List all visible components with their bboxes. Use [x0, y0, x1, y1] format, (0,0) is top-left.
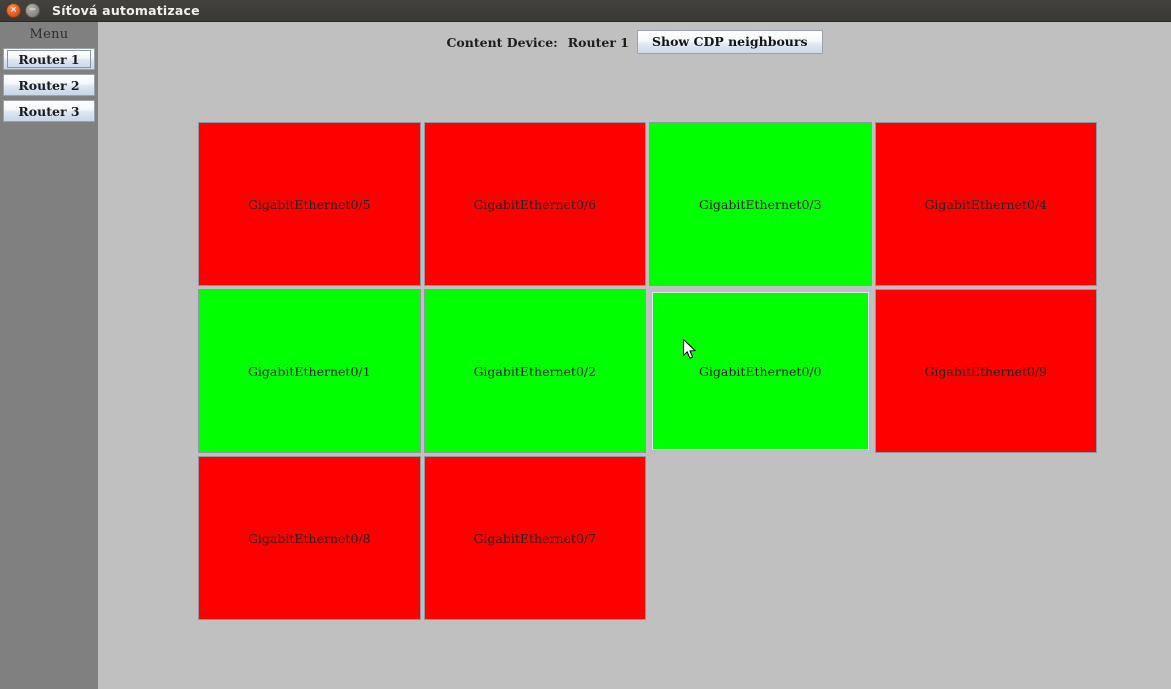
interface-cell[interactable]: GigabitEthernet0/3 — [649, 122, 872, 286]
interface-grid: GigabitEthernet0/5 GigabitEthernet0/6 Giga… — [198, 122, 1097, 620]
window-title: Síťová automatizace — [52, 3, 200, 18]
content-device-value: Router 1 — [567, 34, 629, 50]
interface-cell[interactable]: GigabitEthernet0/1 — [198, 289, 421, 453]
title-bar: × − Síťová automatizace — [0, 0, 1171, 22]
interface-cell[interactable]: GigabitEthernet0/7 — [423, 456, 646, 620]
interface-cell[interactable]: GigabitEthernet0/9 — [874, 289, 1097, 453]
interface-cell[interactable]: GigabitEthernet0/0 — [649, 289, 872, 453]
interface-label: GigabitEthernet0/8 — [247, 530, 371, 546]
interface-label: GigabitEthernet0/1 — [247, 363, 371, 379]
interface-label: GigabitEthernet0/6 — [473, 196, 597, 212]
interface-label: GigabitEthernet0/4 — [924, 196, 1048, 212]
interface-cell[interactable]: GigabitEthernet0/4 — [874, 122, 1097, 286]
sidebar-item-router-3[interactable]: Router 3 — [3, 100, 95, 122]
interface-label: GigabitEthernet0/7 — [473, 530, 597, 546]
interface-cell[interactable]: GigabitEthernet0/2 — [423, 289, 646, 453]
interface-cell[interactable]: GigabitEthernet0/6 — [423, 122, 646, 286]
content-device-label: Content Device: — [446, 34, 558, 50]
content-area: Content Device: Router 1 Show CDP neighb… — [98, 22, 1171, 689]
close-icon[interactable]: × — [6, 3, 21, 18]
interface-label: GigabitEthernet0/0 — [698, 363, 822, 379]
interface-label: GigabitEthernet0/9 — [924, 363, 1048, 379]
interface-label: GigabitEthernet0/5 — [247, 196, 371, 212]
sidebar-title: Menu — [29, 27, 69, 42]
interface-cell-empty — [875, 456, 1098, 620]
sidebar-item-router-2[interactable]: Router 2 — [3, 74, 95, 96]
interface-cell[interactable]: GigabitEthernet0/8 — [198, 456, 421, 620]
application-window: × − Síťová automatizace Menu Router 1 Rou… — [0, 0, 1171, 689]
minimize-icon[interactable]: − — [25, 3, 40, 18]
interface-label: GigabitEthernet0/3 — [698, 196, 822, 212]
sidebar-item-label: Router 3 — [18, 104, 80, 119]
toolbar: Content Device: Router 1 Show CDP neighb… — [98, 28, 1171, 56]
minimize-glyph: − — [28, 4, 37, 15]
sidebar-item-list: Router 1 Router 2 Router 3 — [0, 48, 98, 122]
sidebar-item-label: Router 1 — [7, 50, 91, 68]
interface-label: GigabitEthernet0/2 — [473, 363, 597, 379]
sidebar-item-label: Router 2 — [18, 78, 80, 93]
interface-cell[interactable]: GigabitEthernet0/5 — [198, 122, 421, 286]
sidebar: Menu Router 1 Router 2 Router 3 — [0, 22, 98, 689]
show-cdp-neighbours-button[interactable]: Show CDP neighbours — [636, 30, 823, 54]
interface-cell-empty — [649, 456, 872, 620]
close-glyph: × — [9, 4, 18, 15]
sidebar-item-router-1[interactable]: Router 1 — [3, 48, 95, 70]
